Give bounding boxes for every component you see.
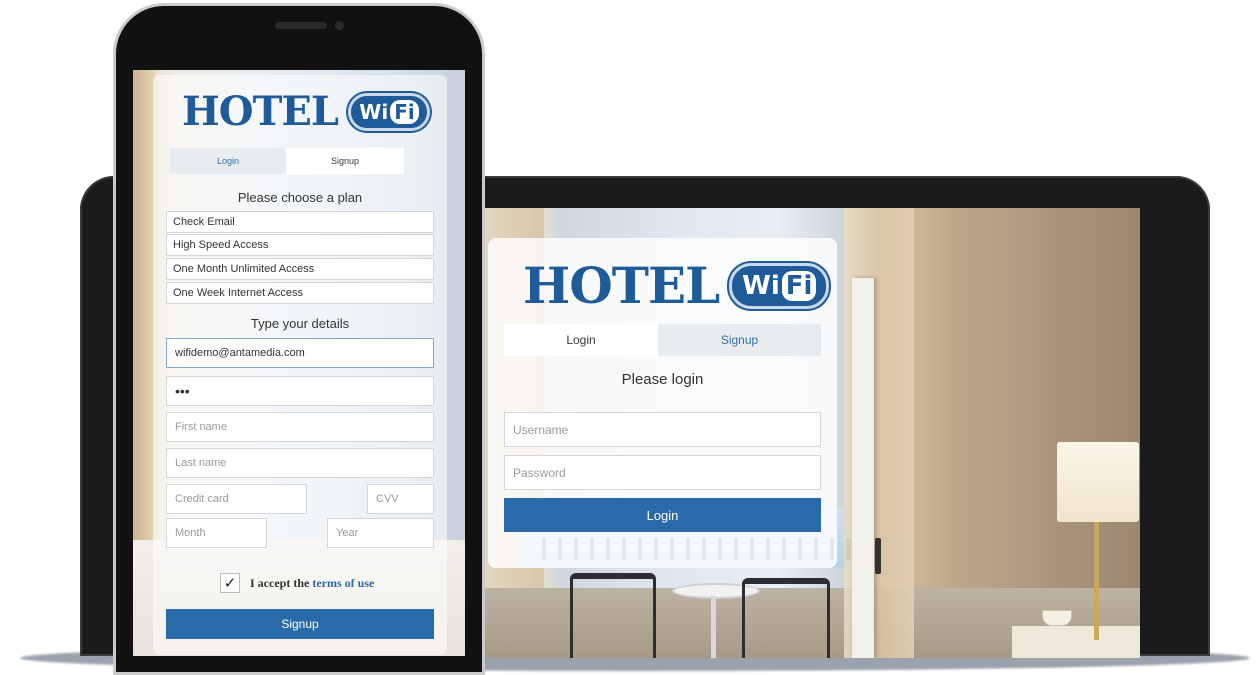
wifi-badge-w: Wi (359, 99, 389, 124)
background-chair (742, 578, 830, 658)
tab-login[interactable]: Login (504, 324, 658, 356)
terms-of-use-link[interactable]: terms of use (312, 576, 374, 590)
login-button[interactable]: Login (504, 498, 821, 532)
accept-terms-checkbox[interactable]: ✓ (220, 573, 240, 593)
plan-heading: Please choose a plan (237, 190, 363, 205)
accept-terms-label: I accept the terms of use (250, 576, 374, 591)
logo-text: HOTEL (182, 88, 339, 135)
plan-option[interactable]: One Week Internet Access (166, 282, 434, 304)
phone-speaker (275, 22, 327, 29)
tab-login[interactable]: Login (170, 148, 286, 174)
tab-signup[interactable]: Signup (658, 324, 821, 356)
phone-camera (335, 21, 344, 30)
background-side-table (1012, 626, 1140, 658)
cvv-field[interactable]: CVV (367, 484, 434, 514)
tablet-logo: HOTEL Wi Fi (523, 256, 830, 315)
background-cup (1042, 610, 1072, 626)
tablet-tabs: Login Signup (504, 324, 821, 356)
logo-text: HOTEL (523, 256, 720, 315)
password-field[interactable]: ••• (166, 376, 434, 406)
background-table-leg (711, 596, 716, 658)
wifi-badge-icon: Wi Fi (348, 92, 431, 131)
month-field[interactable]: Month (166, 518, 267, 548)
year-field[interactable]: Year (327, 518, 434, 548)
plan-option[interactable]: One Month Unlimited Access (166, 258, 434, 280)
plan-option[interactable]: High Speed Access (166, 234, 434, 256)
login-heading: Please login (621, 371, 704, 388)
background-door-handle (875, 538, 881, 574)
username-input[interactable]: Username (504, 412, 821, 447)
background-lamp (1057, 442, 1139, 522)
first-name-field[interactable]: First name (166, 412, 434, 442)
plan-option[interactable]: Check Email (166, 211, 434, 233)
background-lamp-pole (1094, 522, 1099, 640)
email-field[interactable]: wifidemo@antamedia.com (166, 338, 434, 368)
wifi-badge-fi: Fi (781, 270, 817, 301)
wifi-badge-w: Wi (742, 270, 780, 301)
wifi-badge-icon: Wi Fi (729, 262, 830, 309)
wifi-badge-fi: Fi (390, 99, 419, 124)
background-door (852, 278, 874, 658)
tab-signup[interactable]: Signup (286, 148, 404, 174)
background-chair (570, 573, 656, 658)
details-heading: Type your details (250, 316, 350, 331)
phone-tabs: Login Signup (170, 148, 404, 174)
phone-logo: HOTEL Wi Fi (182, 88, 431, 135)
password-input[interactable]: Password (504, 455, 821, 490)
last-name-field[interactable]: Last name (166, 448, 434, 478)
signup-button[interactable]: Signup (166, 609, 434, 639)
credit-card-field[interactable]: Credit card (166, 484, 307, 514)
accept-text: I accept the (250, 576, 310, 590)
